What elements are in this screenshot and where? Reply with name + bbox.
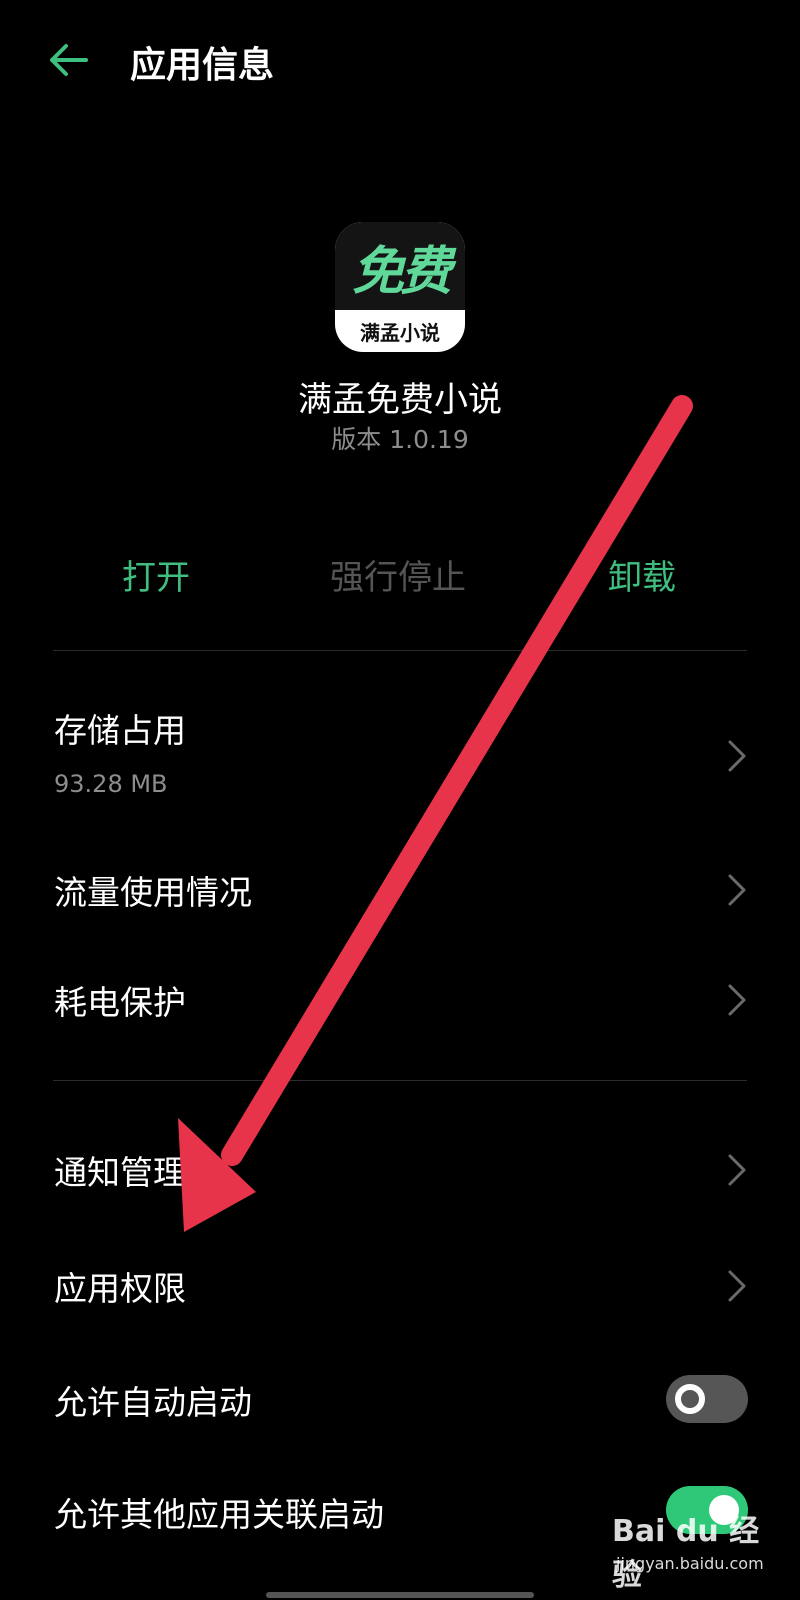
app-version: 版本 1.0.19 [331,425,469,454]
associated-start-label: 允许其他应用关联启动 [54,1495,384,1534]
force-stop-button[interactable]: 强行停止 [330,550,466,599]
chevron-right-icon [726,873,748,907]
auto-start-row: 允许自动启动 [0,1352,800,1452]
auto-start-toggle[interactable] [666,1375,748,1423]
app-icon-top-text: 免费 [351,240,452,302]
open-button[interactable]: 打开 [122,550,190,599]
back-arrow-icon[interactable] [42,38,94,82]
divider [53,650,747,651]
notification-management-label: 通知管理 [54,1153,186,1192]
data-usage-row[interactable]: 流量使用情况 [0,840,800,940]
watermark-brand: Bai du 经验 [612,1514,760,1593]
notification-management-row[interactable]: 通知管理 [0,1120,800,1220]
uninstall-button[interactable]: 卸载 [608,550,676,599]
app-icon-top: 免费 [335,222,465,310]
watermark-url: jingyan.baidu.com [616,1554,764,1573]
app-permissions-label: 应用权限 [54,1269,186,1308]
baidu-watermark: Bai du 经验 jingyan.baidu.com [612,1506,772,1593]
chevron-right-icon [726,983,748,1017]
chevron-right-icon [726,739,748,773]
chevron-right-icon [726,1153,748,1187]
battery-row[interactable]: 耗电保护 [0,950,800,1050]
data-usage-label: 流量使用情况 [54,873,252,912]
chevron-right-icon [726,1269,748,1303]
storage-row[interactable]: 存储占用 93.28 MB [0,690,800,810]
storage-value: 93.28 MB [54,770,168,798]
home-indicator[interactable] [266,1592,534,1598]
app-name: 满孟免费小说 [298,380,502,420]
app-permissions-row[interactable]: 应用权限 [0,1236,800,1336]
app-icon: 免费 满孟小说 [335,222,465,352]
battery-label: 耗电保护 [54,983,186,1022]
app-icon-bottom-text: 满孟小说 [360,320,440,345]
top-app-bar: 应用信息 [0,0,800,120]
divider [53,1080,747,1081]
page-title: 应用信息 [130,45,275,86]
toggle-knob [675,1384,705,1414]
auto-start-label: 允许自动启动 [54,1383,252,1422]
storage-label: 存储占用 [54,711,186,750]
